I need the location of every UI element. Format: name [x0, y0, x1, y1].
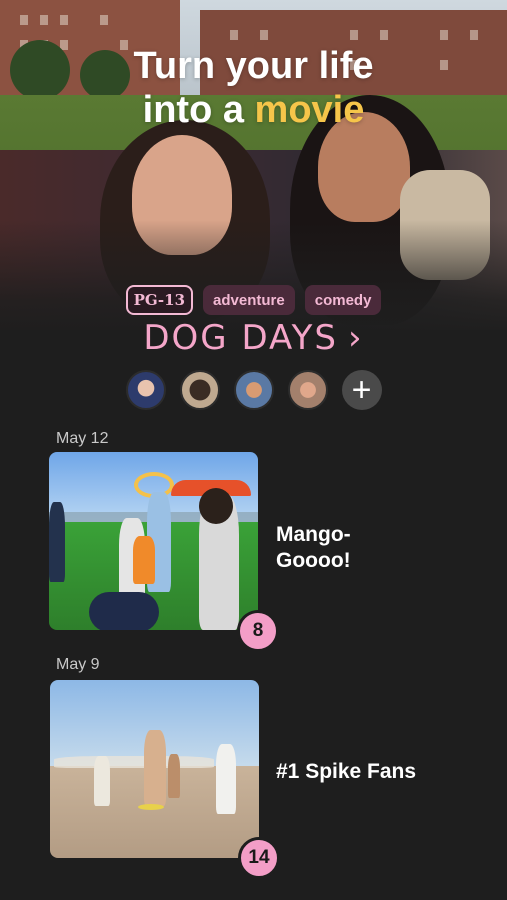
clip-count-badge: 14: [238, 837, 280, 879]
rating-badge: PG-13: [125, 285, 194, 315]
avatar[interactable]: [179, 370, 220, 410]
photo-spikeball-net: [138, 804, 164, 810]
photo-buildings: [54, 756, 214, 768]
movie-tags: PG-13 adventure comedy: [0, 285, 507, 315]
entry-title[interactable]: #1 Spike Fans: [276, 759, 416, 785]
genre-tag-adventure[interactable]: adventure: [203, 285, 295, 315]
cast-avatars: +: [0, 370, 507, 410]
hero-banner: Turn your life into a movie: [0, 0, 507, 330]
entry-date: May 12: [56, 430, 109, 447]
movie-title-row: DOG DAYS ›: [0, 318, 507, 358]
entry-date: May 9: [56, 656, 100, 673]
entry-title[interactable]: Mango- Goooo!: [276, 522, 351, 574]
plus-icon: +: [351, 371, 372, 409]
photo-person: [94, 756, 110, 806]
headline: Turn your life into a movie: [0, 44, 507, 132]
movie-title: DOG DAYS: [143, 318, 339, 358]
clip-count-badge: 8: [237, 610, 279, 652]
genre-tag-comedy[interactable]: comedy: [304, 285, 382, 315]
photo-toy: [133, 536, 155, 584]
add-member-button[interactable]: +: [341, 370, 382, 410]
headline-line-1: Turn your life: [133, 45, 374, 87]
headline-accent: movie: [254, 89, 365, 131]
entry-card-photo[interactable]: [50, 680, 259, 858]
chevron-right-icon: ›: [348, 318, 364, 358]
movie-title-link[interactable]: DOG DAYS ›: [143, 318, 363, 358]
photo-person-head: [199, 488, 233, 524]
photo-person: [49, 502, 65, 582]
headline-line-2-prefix: into a: [142, 89, 255, 131]
photo-person: [216, 744, 236, 814]
photo-person: [168, 754, 180, 798]
photo-arm: [89, 592, 159, 630]
headline-line-2: into a movie: [0, 88, 507, 132]
entry-card-photo[interactable]: [49, 452, 258, 630]
avatar[interactable]: [233, 370, 274, 410]
photo-person: [144, 730, 166, 806]
avatar[interactable]: [125, 370, 166, 410]
avatar[interactable]: [287, 370, 328, 410]
